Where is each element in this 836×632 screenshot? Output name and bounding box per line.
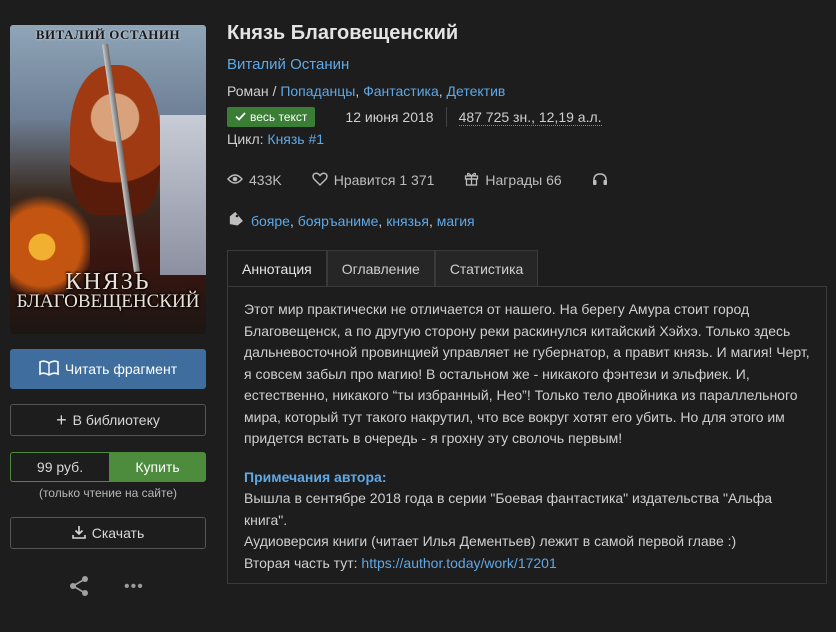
download-label: Скачать [91,525,145,541]
cover-title-line2: БЛАГОВЕЩЕНСКИЙ [16,291,200,312]
awards-button[interactable]: Награды 66 [464,171,562,189]
tab-bar: Аннотация Оглавление Статистика [227,250,539,286]
more-options-icon[interactable]: ••• [124,578,144,596]
cover-art-figure [160,115,206,275]
add-to-library-button[interactable]: + В библиотеку [10,404,206,436]
share-icon[interactable] [68,575,90,600]
check-icon [235,110,246,124]
genre-item: Роман [227,83,269,99]
publish-date: 12 июня 2018 [345,109,434,125]
tag-link[interactable]: князья [386,213,429,229]
book-cover[interactable]: ВИТАЛИЙ ОСТАНИН КНЯЗЬ БЛАГОВЕЩЕНСКИЙ [10,25,206,334]
tag-link[interactable]: магия [437,213,475,229]
author-notes-line: Аудиоверсия книги (читает Илья Дементьев… [244,533,737,549]
status-badge-label: весь текст [250,110,308,124]
tag-link[interactable]: бояре [251,213,290,229]
book-open-icon [39,359,59,379]
author-notes-title: Примечания автора: [244,468,387,485]
genre-link[interactable]: Фантастика [363,83,439,99]
add-to-library-label: В библиотеку [72,412,160,428]
annotation-text: Этот мир практически не отличается от на… [244,301,810,446]
genre-list: Роман / Попаданцы, Фантастика, Детектив [227,83,506,99]
cycle-label: Цикл: [227,131,264,147]
book-size: 487 725 зн., 12,19 а.л. [458,108,602,126]
views-stat: 433K [227,172,282,188]
buy-note: (только чтение на сайте) [38,486,178,500]
tag-link[interactable]: бояръаниме [298,213,379,229]
divider [445,107,447,127]
read-fragment-button[interactable]: Читать фрагмент [10,349,206,389]
price-label: 99 руб. [10,452,109,482]
views-count: 433K [249,172,282,188]
cycle-link[interactable]: Князь #1 [267,131,324,147]
heart-icon [312,172,328,189]
author-notes-line: Вторая часть тут: https://author.today/w… [244,553,810,575]
status-badge: весь текст [227,107,316,127]
annotation-panel: Этот мир практически не отличается от на… [227,286,827,584]
tab-contents[interactable]: Оглавление [326,250,435,286]
author-notes-line: Вышла в сентябре 2018 года в серии "Боев… [244,490,773,528]
author-notes-prefix: Вторая часть тут: [244,554,362,571]
book-meta: весь текст 12 июня 2018 487 725 зн., 12,… [227,106,602,128]
likes-count: Нравится 1 371 [333,172,435,188]
download-button[interactable]: Скачать [10,517,206,549]
tag-list: бояре, бояръаниме, князья, магия [227,211,475,230]
read-fragment-label: Читать фрагмент [64,361,178,377]
tab-annotation[interactable]: Аннотация [227,250,327,286]
genre-link[interactable]: Детектив [447,83,506,99]
eye-icon [227,172,243,188]
second-part-link[interactable]: https://author.today/work/17201 [361,555,556,571]
cover-author: ВИТАЛИЙ ОСТАНИН [35,27,181,42]
like-button[interactable]: Нравится 1 371 [312,172,435,189]
genre-link[interactable]: Попаданцы [280,83,355,99]
download-icon [71,525,86,542]
awards-count: Награды 66 [485,172,562,188]
cycle-info: Цикл: Князь #1 [227,131,324,147]
audiobook-button[interactable] [592,172,608,189]
tag-icon [227,211,245,230]
headphones-icon [592,172,608,189]
author-link[interactable]: Виталий Останин [227,56,349,73]
book-stats: 433K Нравится 1 371 Награды 66 [227,171,638,189]
buy-button[interactable]: Купить [109,452,206,482]
purchase-group: 99 руб. Купить [10,452,206,482]
plus-icon: + [56,410,67,430]
tab-statistics[interactable]: Статистика [434,250,539,286]
gift-icon [464,171,479,189]
book-title: Князь Благовещенский [227,22,459,44]
